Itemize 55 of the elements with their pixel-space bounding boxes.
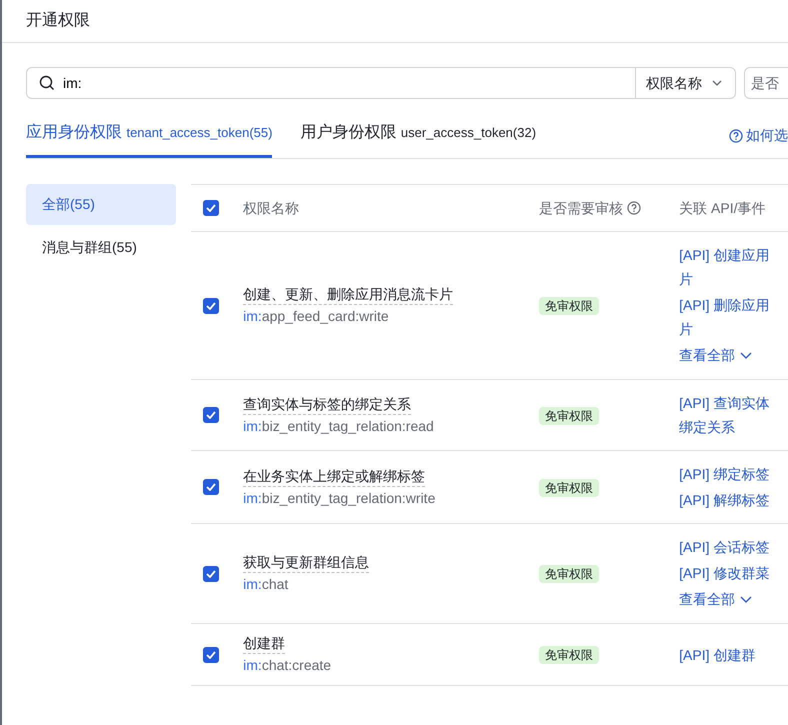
- help-icon: [729, 128, 743, 142]
- api-link[interactable]: [API] 查询实体 绑定关系: [679, 391, 788, 439]
- check-icon: [206, 650, 216, 658]
- column-header: 关联 API/事件: [679, 200, 766, 216]
- chevron-down-icon: [740, 352, 752, 359]
- permission-name: 在业务实体上绑定或解绑标签: [243, 466, 426, 486]
- search-field[interactable]: im: 权限名称: [26, 67, 736, 99]
- chevron-down-icon: [712, 80, 722, 86]
- api-link[interactable]: [API] 解绑标签: [679, 488, 788, 512]
- api-link[interactable]: [API] 会话标签: [679, 535, 788, 559]
- permission-scope: im:app_feed_card:write: [243, 307, 390, 326]
- chevron-down-icon: [740, 596, 752, 603]
- tab[interactable]: 用户身份权限 user_access_token(32): [300, 121, 536, 158]
- permission-name: 获取与更新群组信息: [243, 552, 370, 573]
- filter-select[interactable]: 是否: [744, 67, 788, 99]
- column-header: 权限名称: [243, 200, 300, 216]
- api-link[interactable]: [API] 创建应用 片: [679, 243, 788, 291]
- sidebar-item[interactable]: 消息与群组(55): [26, 227, 176, 268]
- check-icon: [206, 483, 216, 491]
- permission-scope: im:chat:create: [243, 656, 332, 675]
- sidebar-item[interactable]: 全部(55): [26, 184, 176, 225]
- review-tag: 免审权限: [539, 478, 600, 496]
- checkbox[interactable]: [203, 566, 220, 582]
- view-all-link[interactable]: 查看全部: [679, 345, 788, 366]
- permission-name: 创建群: [243, 633, 286, 654]
- api-link[interactable]: [API] 绑定标签: [679, 462, 788, 486]
- checkbox[interactable]: [203, 200, 220, 216]
- check-icon: [206, 570, 216, 578]
- checkbox[interactable]: [203, 298, 220, 314]
- checkbox[interactable]: [203, 646, 220, 662]
- help-link[interactable]: 如何选: [729, 125, 788, 158]
- field-select[interactable]: 权限名称: [635, 68, 735, 98]
- help-icon: [626, 201, 641, 215]
- permission-scope: im:biz_entity_tag_relation:read: [243, 416, 435, 436]
- checkbox[interactable]: [203, 407, 220, 423]
- api-link[interactable]: [API] 删除应用 片: [679, 293, 788, 341]
- permission-name: 查询实体与标签的绑定关系: [243, 394, 412, 414]
- review-tag: 免审权限: [539, 646, 600, 664]
- search-icon: [39, 75, 55, 91]
- review-tag: 免审权限: [539, 565, 600, 583]
- api-link[interactable]: [API] 修改群菜: [679, 561, 788, 585]
- column-header: 是否需要审核: [539, 198, 624, 218]
- permission-name: 创建、更新、删除应用消息流卡片: [243, 284, 454, 305]
- view-all-link[interactable]: 查看全部: [679, 589, 788, 610]
- tab[interactable]: 应用身份权限 tenant_access_token(55): [26, 121, 272, 158]
- dialog-title: 开通权限: [26, 10, 90, 31]
- check-icon: [206, 302, 216, 310]
- check-icon: [206, 204, 216, 212]
- check-icon: [206, 411, 216, 419]
- review-tag: 免审权限: [539, 406, 600, 424]
- permission-scope: im:chat: [243, 575, 290, 594]
- checkbox[interactable]: [203, 479, 220, 495]
- api-link[interactable]: [API] 创建群: [679, 642, 788, 666]
- review-tag: 免审权限: [539, 297, 600, 315]
- permission-scope: im:biz_entity_tag_relation:write: [243, 488, 436, 508]
